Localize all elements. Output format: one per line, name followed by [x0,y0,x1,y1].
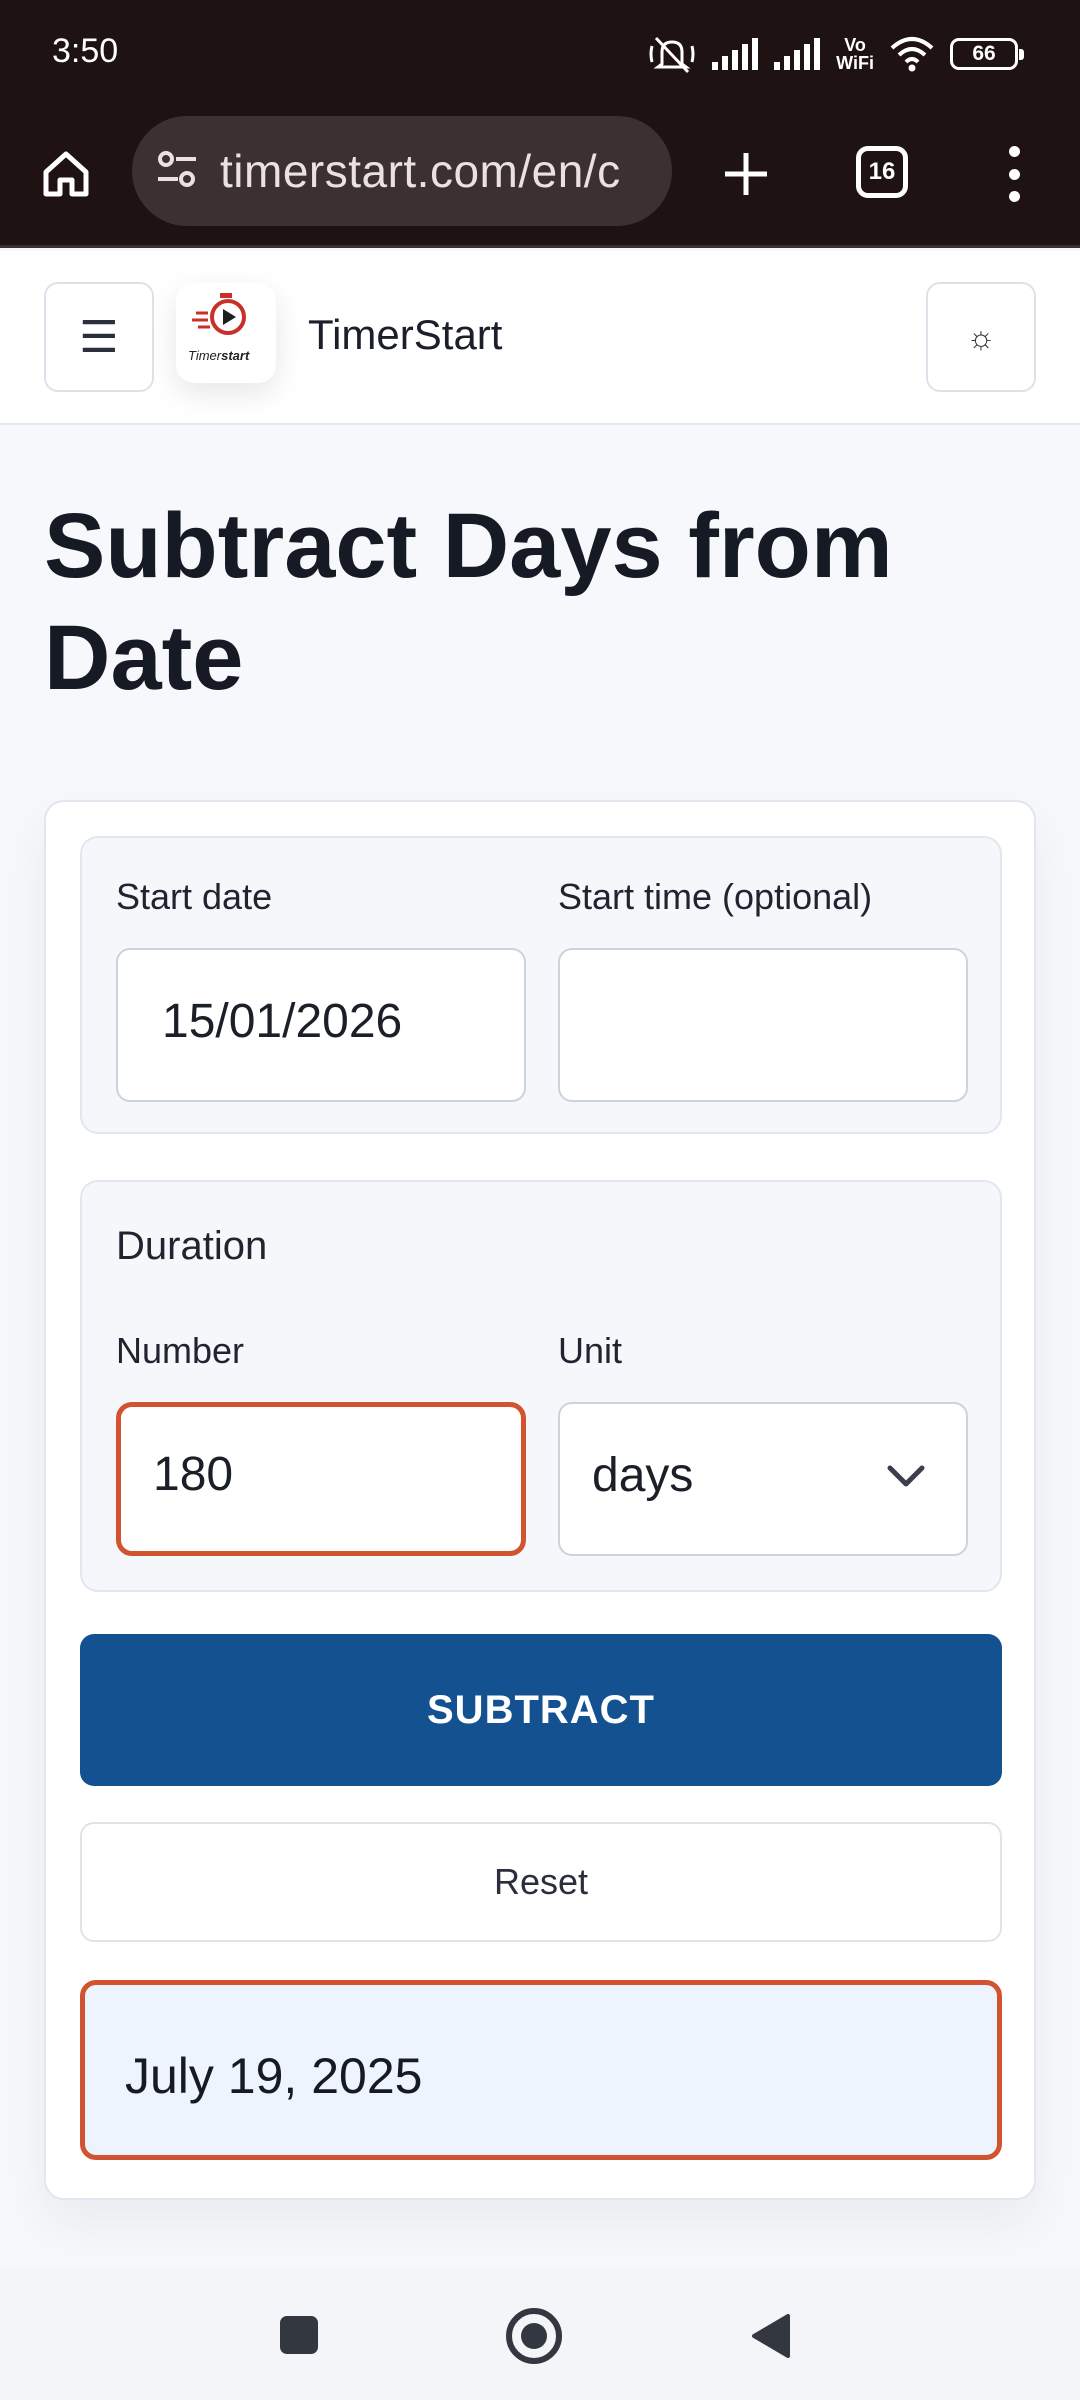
system-nav-bar [0,2268,1080,2400]
start-date-value: 15/01/2026 [162,995,403,1048]
subtract-button[interactable]: SUBTRACT [80,1634,1002,1786]
result-value: July 19, 2025 [125,2048,423,2104]
theme-toggle-button[interactable]: ☼ [926,282,1036,392]
browser-toolbar: timerstart.com/en/c 16 [0,112,1080,248]
status-time: 3:50 [52,32,119,70]
result-box: July 19, 2025 [80,1980,1002,2160]
battery-level: 66 [972,42,996,65]
start-panel: Start date Start time (optional) 15/01/2… [80,836,1002,1134]
back-icon[interactable] [748,2312,792,2360]
signal-icon [774,38,821,70]
home-button[interactable] [506,2308,562,2364]
number-input[interactable]: 180 [116,1402,526,1556]
chevron-down-icon [887,1465,925,1487]
tabs-count: 16 [868,158,896,185]
vowifi-indicator: Vo WiFi [836,36,874,72]
tabs-button[interactable]: 16 [856,146,908,198]
start-time-field[interactable] [558,948,968,1102]
start-date-field[interactable]: 15/01/2026 [116,948,526,1102]
status-icons: Vo WiFi 66 [648,30,1024,78]
unit-select[interactable]: days [558,1402,968,1556]
address-bar[interactable]: timerstart.com/en/c [132,116,672,226]
home-icon [43,151,89,197]
unit-label: Unit [558,1330,623,1371]
start-time-label: Start time (optional) [558,876,873,917]
stopwatch-play-icon [192,293,246,335]
browser-home-button[interactable] [36,144,96,204]
mute-icon [649,36,695,74]
page-title: Subtract Days from Date [44,495,893,709]
vowifi-bottom: WiFi [836,53,874,73]
signal-icon [712,38,759,70]
vowifi-top: Vo [844,35,866,55]
reset-button[interactable]: Reset [80,1822,1002,1942]
duration-panel: Duration Number Unit 180 days [80,1180,1002,1592]
wifi-icon [890,37,934,72]
brand-name[interactable]: TimerStart [308,311,502,359]
url-text[interactable]: timerstart.com/en/c [220,144,621,198]
recents-button[interactable] [280,2316,318,2354]
status-bar: 3:50 Vo WiFi 66 [0,0,1080,112]
battery-icon: 66 [950,38,1024,70]
menu-icon: ☰ [79,312,119,362]
number-value: 180 [153,1448,234,1501]
new-tab-button[interactable] [712,140,780,208]
plus-icon [725,153,767,195]
duration-heading: Duration [116,1224,268,1268]
menu-button[interactable]: ☰ [44,282,154,392]
sun-icon: ☼ [966,318,996,355]
site-logo[interactable]: Timerstart [176,283,276,383]
start-date-label: Start date [116,876,273,917]
more-vert-icon[interactable] [996,140,1032,208]
site-header: ☰ Timerstart TimerStart ☼ [0,251,1080,425]
unit-value: days [592,1449,694,1502]
logo-text: Timerstart [188,348,250,363]
number-label: Number [116,1330,245,1371]
calculator-card: Start date Start time (optional) 15/01/2… [44,800,1036,2200]
tune-icon[interactable] [154,146,200,192]
